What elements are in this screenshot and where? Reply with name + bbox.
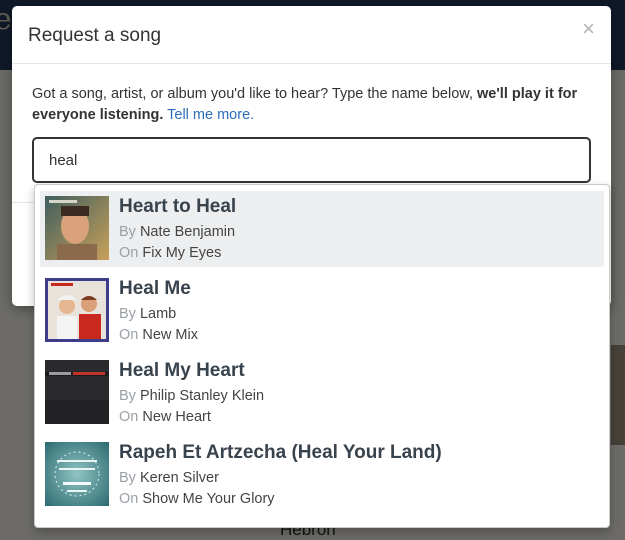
by-prefix: By: [119, 388, 136, 404]
intro-text: Got a song, artist, or album you'd like …: [32, 84, 592, 126]
by-prefix: By: [119, 470, 136, 486]
result-album: On Show Me Your Glory: [119, 491, 275, 507]
intro-plain: Got a song, artist, or album you'd like …: [32, 86, 478, 102]
result-title: Heal My Heart: [119, 360, 245, 381]
search-result-item[interactable]: Heal Me By Lamb On New Mix: [40, 273, 604, 349]
search-result-item[interactable]: Heal My Heart By Philip Stanley Klein On…: [40, 355, 604, 431]
result-album: On New Mix: [119, 327, 198, 343]
result-album: On Fix My Eyes: [119, 245, 221, 261]
result-title: Heart to Heal: [119, 196, 237, 217]
modal-header: Request a song ×: [12, 6, 611, 64]
album-name: Show Me Your Glory: [142, 491, 275, 507]
on-prefix: On: [119, 409, 139, 425]
song-search-input[interactable]: [34, 139, 589, 181]
result-album: On New Heart: [119, 409, 211, 425]
song-search-field[interactable]: [32, 137, 591, 183]
modal-body: Got a song, artist, or album you'd like …: [12, 64, 611, 126]
album-name: New Heart: [142, 409, 211, 425]
result-artist: By Philip Stanley Klein: [119, 388, 264, 404]
modal-title: Request a song: [28, 25, 162, 46]
by-prefix: By: [119, 224, 136, 240]
artist-name: Nate Benjamin: [139, 224, 236, 240]
album-name: Fix My Eyes: [142, 245, 222, 261]
album-cover-image: [45, 442, 109, 506]
album-cover-image: [45, 360, 109, 424]
search-result-item[interactable]: Rapeh Et Artzecha (Heal Your Land) By Ke…: [40, 437, 604, 513]
result-title: Heal Me: [119, 278, 191, 299]
search-result-item[interactable]: Heart to Heal By Nate Benjamin On Fix My…: [40, 191, 604, 267]
result-artist: By Lamb: [119, 306, 176, 322]
result-title: Rapeh Et Artzecha (Heal Your Land): [119, 442, 442, 463]
album-name: New Mix: [142, 327, 198, 343]
tell-me-more-link[interactable]: Tell me more.: [167, 107, 254, 123]
result-artist: By Nate Benjamin: [119, 224, 235, 240]
artist-name: Lamb: [139, 306, 177, 322]
on-prefix: On: [119, 327, 139, 343]
on-prefix: On: [119, 491, 139, 507]
close-icon[interactable]: ×: [582, 18, 595, 40]
result-artist: By Keren Silver: [119, 470, 219, 486]
artist-name: Philip Stanley Klein: [139, 388, 265, 404]
album-cover-image: [45, 278, 109, 342]
artist-name: Keren Silver: [139, 470, 219, 486]
search-results-dropdown: Heart to Heal By Nate Benjamin On Fix My…: [34, 184, 610, 528]
on-prefix: On: [119, 245, 139, 261]
album-cover-image: [45, 196, 109, 260]
by-prefix: By: [119, 306, 136, 322]
